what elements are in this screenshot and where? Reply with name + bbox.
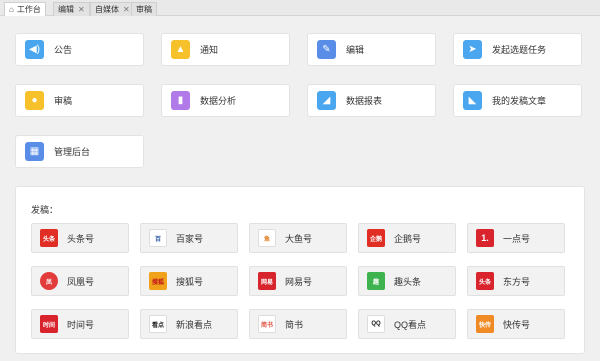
grid-icon: ▦ (25, 142, 44, 161)
tab-review[interactable]: 审稿 (131, 2, 157, 16)
platform-label: 头条号 (67, 233, 95, 244)
close-icon[interactable]: ✕ (78, 5, 85, 14)
user-review-icon: ● (25, 91, 44, 110)
platform-label: QQ看点 (394, 319, 427, 330)
platform-label: 一点号 (503, 233, 531, 244)
tab-label: 自媒体 (95, 5, 119, 14)
penguin-logo-icon: 企鹅 (367, 229, 385, 247)
platform-qq-kandian[interactable]: QQ QQ看点 (358, 309, 456, 339)
platform-label: 新浪看点 (176, 319, 213, 330)
card-label: 数据分析 (200, 96, 237, 106)
home-icon: ⌂ (9, 5, 14, 14)
qutoutiao-logo-icon: 趣 (367, 272, 385, 290)
platform-sohu[interactable]: 搜狐 搜狐号 (140, 266, 238, 296)
phoenix-logo-icon: 凤 (40, 272, 58, 290)
tab-workbench[interactable]: ⌂ 工作台 (4, 2, 46, 16)
platform-baijia[interactable]: 百 百家号 (140, 223, 238, 253)
card-start-topic-task[interactable]: ➤ 发起选题任务 (453, 33, 582, 66)
card-label: 发起选题任务 (492, 45, 547, 55)
yidian-logo-icon: 1. (476, 229, 494, 247)
tab-label: 编辑 (58, 5, 74, 14)
platform-jianshu[interactable]: 简书 简书 (249, 309, 347, 339)
area-chart-icon: ◢ (317, 91, 336, 110)
platform-label: 网易号 (285, 276, 313, 287)
card-review[interactable]: ● 审稿 (15, 84, 144, 117)
card-label: 编辑 (346, 45, 365, 55)
platform-qutoutiao[interactable]: 趣 趣头条 (358, 266, 456, 296)
card-label: 审稿 (54, 96, 73, 106)
speaker-icon: ◀) (25, 40, 44, 59)
tab-label: 工作台 (16, 5, 41, 14)
card-announcement[interactable]: ◀) 公告 (15, 33, 144, 66)
platform-sina[interactable]: 看点 新浪看点 (140, 309, 238, 339)
platform-toutiao[interactable]: 头条 头条号 (31, 223, 129, 253)
sina-logo-icon: 看点 (149, 315, 167, 333)
platform-label: 东方号 (503, 276, 531, 287)
line-chart-icon: ◣ (463, 91, 482, 110)
platform-label: 趣头条 (394, 276, 422, 287)
platform-penguin[interactable]: 企鹅 企鹅号 (358, 223, 456, 253)
card-data-report[interactable]: ◢ 数据报表 (307, 84, 436, 117)
platform-dayu[interactable]: 鱼 大鱼号 (249, 223, 347, 253)
card-label: 通知 (200, 45, 219, 55)
platform-netease[interactable]: 网易 网易号 (249, 266, 347, 296)
platform-label: 简书 (285, 319, 304, 330)
platform-label: 凤凰号 (67, 276, 95, 287)
netease-logo-icon: 网易 (258, 272, 276, 290)
platform-label: 大鱼号 (285, 233, 313, 244)
card-edit[interactable]: ✎ 编辑 (307, 33, 436, 66)
platform-label: 企鹅号 (394, 233, 422, 244)
qq-logo-icon: QQ (367, 315, 385, 333)
card-label: 数据报表 (346, 96, 383, 106)
tab-bar: ⌂ 工作台 编辑 ✕ 自媒体 ✕ 审稿 (0, 0, 600, 16)
card-notification[interactable]: ▲ 通知 (161, 33, 290, 66)
platform-label: 搜狐号 (176, 276, 204, 287)
card-label: 公告 (54, 45, 73, 55)
platform-label: 快传号 (503, 319, 531, 330)
platform-shijian[interactable]: 时间 时间号 (31, 309, 129, 339)
baijia-logo-icon: 百 (149, 229, 167, 247)
send-icon: ➤ (463, 40, 482, 59)
platform-label: 百家号 (176, 233, 204, 244)
dayu-logo-icon: 鱼 (258, 229, 276, 247)
platform-kuaichuan[interactable]: 快传 快传号 (467, 309, 565, 339)
jianshu-logo-icon: 简书 (258, 315, 276, 333)
tab-edit[interactable]: 编辑 ✕ (53, 2, 90, 16)
tab-self-media[interactable]: 自媒体 ✕ (90, 2, 135, 16)
toutiao-logo-icon: 头条 (40, 229, 58, 247)
card-admin-backend[interactable]: ▦ 管理后台 (15, 135, 144, 168)
shijian-logo-icon: 时间 (40, 315, 58, 333)
card-label: 我的发稿文章 (492, 96, 547, 106)
platform-label: 时间号 (67, 319, 95, 330)
platform-yidian[interactable]: 1. 一点号 (467, 223, 565, 253)
dongfang-logo-icon: 头条 (476, 272, 494, 290)
pencil-icon: ✎ (317, 40, 336, 59)
platform-phoenix[interactable]: 凤 凤凰号 (31, 266, 129, 296)
panel-title: 发稿： (31, 205, 59, 215)
bar-chart-icon: ▮ (171, 91, 190, 110)
card-my-articles[interactable]: ◣ 我的发稿文章 (453, 84, 582, 117)
card-label: 管理后台 (54, 147, 91, 157)
sohu-logo-icon: 搜狐 (149, 272, 167, 290)
platform-dongfang[interactable]: 头条 东方号 (467, 266, 565, 296)
bell-icon: ▲ (171, 40, 190, 59)
close-icon[interactable]: ✕ (123, 5, 130, 14)
kuaichuan-logo-icon: 快传 (476, 315, 494, 333)
tab-label: 审稿 (136, 5, 152, 14)
card-data-analysis[interactable]: ▮ 数据分析 (161, 84, 290, 117)
